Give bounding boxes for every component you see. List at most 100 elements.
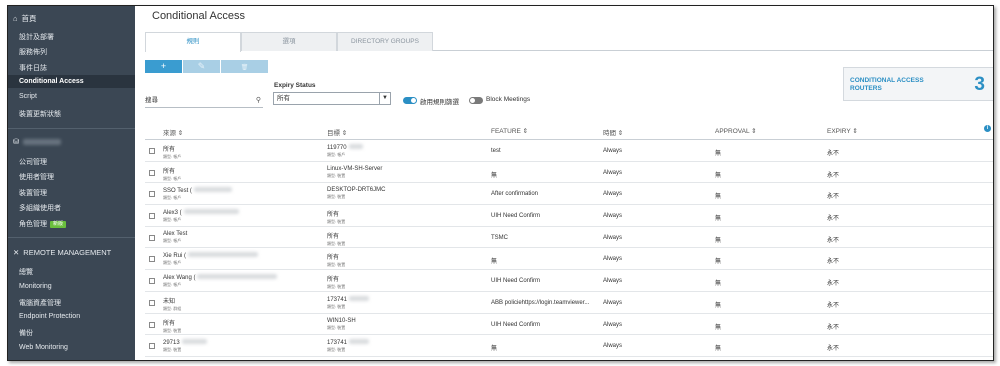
row-checkbox[interactable] [149, 321, 155, 328]
sidebar-item-device-mgmt[interactable]: 裝置管理 [19, 188, 47, 198]
enabled-rules-label: 啟用規則篩選 [420, 99, 459, 106]
row-checkbox[interactable] [149, 191, 155, 198]
cell-source-type: 類型: 帳戶 [163, 282, 182, 288]
sidebar-home[interactable]: ⌂ 首頁 [13, 13, 37, 24]
cell-time-text: Always [603, 343, 623, 350]
cell-source-type: 類型: 帳戶 [163, 217, 182, 223]
sidebar-item-asset-mgmt[interactable]: 電腦資產管理 [19, 298, 61, 308]
table-row[interactable]: 所有 類型: 裝置 WIN10-SH 類型: 裝置 UIH Need Confirm Al… [145, 314, 993, 336]
rules-table-body: 所有 類型: 帳戶 119770 類型: 帳戶 test Always 無永不 所有 類型: 帳… [145, 140, 993, 357]
sidebar-item-event-log[interactable]: 事件日誌 [19, 63, 47, 73]
cell-approval: 無 [715, 170, 721, 179]
cell-expiry: 永不 [827, 343, 839, 352]
sidebar-remote-header[interactable]: ✕ REMOTE MANAGEMENT [13, 248, 111, 257]
edit-button[interactable]: ✎ [183, 60, 220, 73]
cell-approval: 無 [715, 256, 721, 265]
redacted-text [188, 252, 259, 258]
sidebar-item-multi-org-users[interactable]: 多組織使用者 [19, 203, 61, 213]
table-row[interactable]: 未知 類型: 群組 173741 類型: 裝置 ABB policiehttps://l… [145, 292, 993, 314]
tab-directory-groups[interactable]: DIRECTORY GROUPS [337, 32, 433, 51]
cell-feature-text: After confirmation [491, 191, 539, 198]
routers-label-line2: ROUTERS [850, 85, 882, 92]
sidebar-item-company-mgmt[interactable]: 公司管理 [19, 157, 47, 167]
cell-source: 所有 類型: 帳戶 [163, 166, 181, 182]
sidebar-company-header[interactable]: ⛁ [13, 137, 62, 146]
row-checkbox[interactable] [149, 148, 155, 154]
cell-expiry-text: 永不 [827, 151, 840, 157]
cell-time: Always [603, 343, 622, 349]
table-header: 來源 ⇕ 目標 ⇕ FEATURE ⇕ 時間 ⇕ APPROVAL ⇕ EXPI… [145, 122, 993, 140]
cell-time: Always [603, 278, 622, 284]
block-meetings-toggle[interactable] [469, 97, 483, 104]
row-checkbox[interactable] [149, 299, 155, 306]
row-checkbox[interactable] [149, 169, 155, 176]
cell-source-type: 類型: 裝置 [163, 347, 182, 353]
table-row[interactable]: SSO Test (類型: 帳戶 DESKTOP-DRT6JMC 類型: 裝置 Aft… [145, 183, 993, 206]
cell-target: 所有 類型: 裝置 [327, 209, 345, 225]
cell-time-text: Always [603, 256, 623, 263]
sidebar-item-overview[interactable]: 總覽 [19, 267, 33, 277]
cell-feature-text: UIH Need Confirm [491, 278, 541, 285]
row-checkbox[interactable] [149, 278, 155, 285]
page-title: Conditional Access [152, 10, 245, 22]
table-row[interactable]: Xie Rui (類型: 帳戶 所有 類型: 裝置 無 Always 無 永不 [145, 248, 993, 271]
sidebar-item-service-queue[interactable]: 服務佈列 [19, 47, 47, 57]
cell-source: Alex Test 類型: 帳戶 [163, 231, 187, 244]
cell-expiry-text: 永不 [827, 302, 840, 309]
cell-target-text: 所有 [327, 212, 340, 219]
table-row[interactable]: 所有 類型: 帳戶 119770 類型: 帳戶 test Always 無永不 [145, 140, 993, 162]
table-row[interactable]: Alex3 (類型: 帳戶 所有 類型: 裝置 UIH Need Confirm Alw… [145, 205, 993, 227]
redacted-text [183, 209, 239, 215]
cell-feature: UIH Need Confirm [491, 322, 540, 328]
column-header-target[interactable]: 目標 ⇕ [327, 127, 347, 137]
column-header-expiry[interactable]: EXPIRY ⇕ [827, 127, 858, 135]
row-checkbox[interactable] [149, 343, 155, 350]
cell-time-text: Always [603, 169, 623, 176]
row-checkbox[interactable] [149, 213, 155, 220]
cell-source-text: 所有 [163, 168, 176, 175]
sidebar-item-monitoring[interactable]: Monitoring [19, 283, 52, 290]
sidebar-item-role-mgmt[interactable]: 角色管理 新版 [19, 219, 67, 229]
delete-button[interactable]: 🗑 [221, 60, 268, 73]
sidebar-item-design-deploy[interactable]: 設計及部署 [19, 32, 54, 42]
conditional-access-routers-card[interactable]: CONDITIONAL ACCESS ROUTERS 3 [843, 67, 993, 101]
cell-target: 所有 類型: 裝置 [327, 252, 345, 268]
row-checkbox[interactable] [149, 256, 155, 263]
cell-feature: ABB policiehttps://login.teamviewer... [491, 300, 589, 306]
info-icon[interactable]: i [984, 125, 991, 132]
search-input[interactable]: 搜尋 ⚲ [145, 94, 263, 108]
routers-label-line1: CONDITIONAL ACCESS [850, 77, 924, 84]
column-header-time[interactable]: 時間 ⇕ [603, 127, 623, 137]
cell-target-text: WIN10-SH [327, 317, 356, 324]
cell-target-type: 類型: 裝置 [327, 194, 346, 200]
add-button[interactable]: + [145, 60, 182, 73]
cell-target-type: 類型: 帳戶 [327, 152, 346, 157]
table-row[interactable]: 29713 類型: 裝置 173741 類型: 裝置無 Always 無永不 [145, 335, 993, 357]
tab-rules[interactable]: 規則 [145, 32, 241, 52]
sidebar-item-web-monitoring[interactable]: Web Monitoring [19, 344, 68, 351]
column-header-approval[interactable]: APPROVAL ⇕ [715, 127, 757, 135]
cell-target: 173741 類型: 裝置 [327, 295, 370, 310]
cell-target-text: 173741 [327, 340, 348, 347]
column-header-source[interactable]: 來源 ⇕ [163, 127, 183, 137]
sidebar-item-script[interactable]: Script [19, 93, 37, 100]
cell-expiry-text: 永不 [827, 172, 840, 179]
sidebar-item-endpoint-protection[interactable]: Endpoint Protection [19, 313, 80, 320]
column-header-feature[interactable]: FEATURE ⇕ [491, 127, 528, 135]
table-row[interactable]: 所有 類型: 帳戶 Linux-VM-SH-Server 類型: 裝置 無 Always 無… [145, 162, 993, 184]
sidebar-item-device-update[interactable]: 裝置更新狀態 [19, 109, 61, 119]
expiry-status-select[interactable]: 所有 ▼ [273, 92, 391, 105]
new-badge: 新版 [50, 220, 67, 228]
sidebar-item-backup[interactable]: 備份 [19, 328, 33, 338]
redacted-text [349, 295, 370, 301]
table-row[interactable]: Alex Test 類型: 帳戶 所有 類型: 裝置 TSMC Always 無 永不 [145, 227, 993, 249]
sidebar-item-conditional-access[interactable]: Conditional Access [8, 75, 135, 88]
row-checkbox[interactable] [149, 234, 155, 241]
cell-target-type: 類型: 裝置 [327, 262, 346, 268]
cell-feature: UIH Need Confirm [491, 213, 540, 219]
enabled-rules-toggle[interactable] [403, 97, 417, 104]
cell-source: Alex Wang (類型: 帳戶 [163, 274, 278, 288]
sidebar-item-user-mgmt[interactable]: 使用者管理 [19, 172, 54, 182]
table-row[interactable]: Alex Wang (類型: 帳戶 所有 類型: 裝置 UIH Need Confir… [145, 270, 993, 292]
tab-options[interactable]: 選項 [241, 32, 337, 51]
